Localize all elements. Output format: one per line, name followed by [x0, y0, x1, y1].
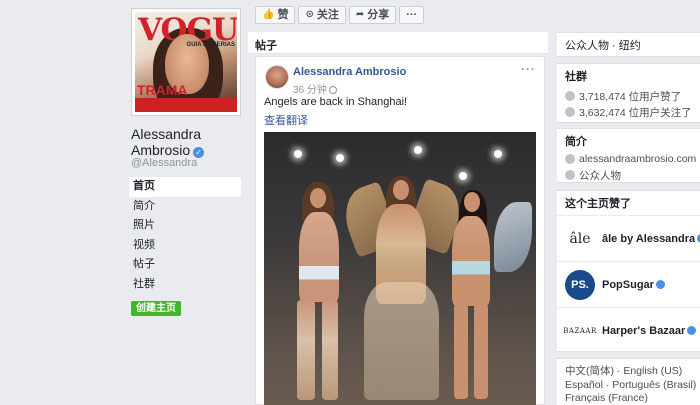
liked-page-name: âle by Alessandra	[602, 233, 700, 245]
popsugar-logo: PS.	[564, 269, 596, 301]
sidebar-item-community[interactable]: 社群	[129, 275, 241, 295]
about-title[interactable]: 简介	[557, 129, 700, 149]
model-leg	[322, 300, 338, 400]
liked-page-name: Harper's Bazaar	[602, 325, 697, 337]
rss-icon: ⊙	[305, 9, 314, 20]
language-link[interactable]: 中文(简体)	[565, 365, 614, 377]
share-label: 分享	[367, 9, 390, 21]
language-link[interactable]: Français (France)	[565, 392, 648, 404]
liked-page-item[interactable]: PS. PopSugar	[557, 261, 700, 307]
model-head	[464, 192, 480, 212]
angel-wing	[494, 202, 532, 272]
post-timestamp[interactable]: 36 分钟	[293, 81, 337, 96]
model-leg	[297, 300, 315, 400]
more-actions-button[interactable]: ···	[399, 6, 425, 24]
language-link[interactable]: English (US)	[623, 365, 682, 377]
sidebar-item-posts[interactable]: 帖子	[129, 255, 241, 275]
follow-icon	[565, 107, 575, 117]
posts-section-header: 帖子	[248, 32, 548, 54]
share-button[interactable]: ➦ 分享	[348, 6, 397, 24]
profile-cover-photo[interactable]: VOGUE GUIA DE FERIAS TRAMA	[131, 8, 241, 116]
like-label: 赞	[277, 9, 289, 21]
likes-count: 3,718,474 位用户赞了	[579, 90, 682, 103]
sidebar-item-home[interactable]: 首页	[129, 177, 241, 197]
ale-logo: âle	[569, 230, 591, 247]
see-translation-link[interactable]: 查看翻译	[264, 112, 308, 128]
sidebar-item-photos[interactable]: 照片	[129, 216, 241, 236]
cover-stripe	[135, 98, 237, 112]
sidebar-item-about[interactable]: 简介	[129, 197, 241, 217]
follows-count-row: 3,632,474 位用户关注了	[557, 104, 700, 120]
ceiling-light	[336, 154, 344, 162]
profile-handle[interactable]: @Alessandra	[131, 157, 197, 169]
liked-page-name: PopSugar	[602, 279, 665, 291]
language-line: Español · Português (Brasil)	[565, 378, 697, 391]
page-action-bar: 👍 赞 ⊙ 关注 ➦ 分享 ···	[255, 6, 425, 24]
liked-page-item[interactable]: BAZAAR Harper's Bazaar	[557, 307, 700, 353]
model-skirt	[364, 282, 439, 400]
likes-count-row: 3,718,474 位用户赞了	[557, 88, 700, 104]
about-category-link[interactable]: 公众人物	[579, 168, 621, 183]
post-author-name[interactable]: Alessandra Ambrosio	[293, 66, 406, 78]
website-row: alessandraambrosio.com	[557, 151, 700, 167]
website-link[interactable]: alessandraambrosio.com	[579, 153, 696, 165]
post-options-button[interactable]: ···	[521, 62, 536, 76]
thumbs-up-icon	[565, 91, 575, 101]
sidebar-nav: 首页 简介 照片 视频 帖子 社群	[129, 177, 241, 294]
cover-image: VOGUE GUIA DE FERIAS TRAMA	[135, 12, 237, 112]
language-line: 中文(简体) · English (US)	[565, 365, 683, 377]
ceiling-light	[459, 172, 467, 180]
globe-icon	[565, 154, 575, 164]
bazaar-logo: BAZAAR	[563, 326, 597, 335]
page-category-card: 公众人物 · 纽约	[557, 32, 700, 57]
verified-badge-icon	[687, 325, 697, 335]
share-arrow-icon: ➦	[355, 9, 365, 20]
profile-name-text: Alessandra Ambrosio	[131, 126, 202, 158]
model-leg	[454, 304, 468, 399]
follows-count: 3,632,474 位用户关注了	[579, 106, 692, 119]
ceiling-light	[414, 146, 422, 154]
post-time-text: 36 分钟	[293, 85, 327, 96]
language-line: Français (France)	[565, 392, 700, 405]
language-link[interactable]: Português (Brasil)	[612, 379, 696, 391]
verified-badge-icon	[655, 279, 665, 289]
community-card: 社群 3,718,474 位用户赞了 3,632,474 位用户关注了	[557, 63, 700, 123]
post-text: Angels are back in Shanghai!	[264, 96, 408, 108]
tag-icon	[565, 170, 575, 180]
liked-page-item[interactable]: âle âle by Alessandra	[557, 215, 700, 261]
post-author-avatar[interactable]	[265, 65, 289, 89]
thumbs-up-icon: 👍	[262, 9, 275, 20]
like-button[interactable]: 👍 赞	[255, 6, 296, 24]
about-category-row: 公众人物	[557, 167, 700, 183]
ceiling-light	[294, 150, 302, 158]
globe-icon	[328, 86, 337, 94]
profile-name[interactable]: Alessandra Ambrosio ✓	[131, 126, 241, 158]
sidebar-item-videos[interactable]: 视频	[129, 236, 241, 256]
model-body	[452, 216, 490, 306]
post-card: Alessandra Ambrosio 36 分钟 ··· Angels are…	[255, 56, 545, 405]
model-head	[393, 180, 409, 200]
follow-button[interactable]: ⊙ 关注	[298, 6, 346, 24]
post-photo[interactable]	[264, 132, 536, 405]
about-card: 简介 alessandraambrosio.com 公众人物	[557, 128, 700, 183]
liked-pages-title[interactable]: 这个主页赞了	[557, 191, 700, 215]
community-title[interactable]: 社群	[557, 64, 700, 84]
language-selector: 中文(简体) · English (US) Español · Portuguê…	[557, 358, 700, 405]
model-head	[310, 188, 326, 208]
cover-bottom-text: TRAMA	[137, 82, 188, 98]
language-link[interactable]: Español	[565, 379, 603, 391]
cover-side-text: GUIA DE FERIAS	[186, 42, 235, 48]
model-body	[299, 212, 339, 302]
create-page-button[interactable]: 创建主页	[131, 301, 181, 316]
liked-pages-card: 这个主页赞了 âle âle by Alessandra PS. PopSuga…	[557, 190, 700, 352]
page-category[interactable]: 公众人物 · 纽约	[557, 33, 700, 57]
ceiling-light	[494, 150, 502, 158]
posts-title[interactable]: 帖子	[255, 37, 277, 53]
follow-label: 关注	[316, 9, 339, 21]
model-leg	[474, 304, 488, 399]
